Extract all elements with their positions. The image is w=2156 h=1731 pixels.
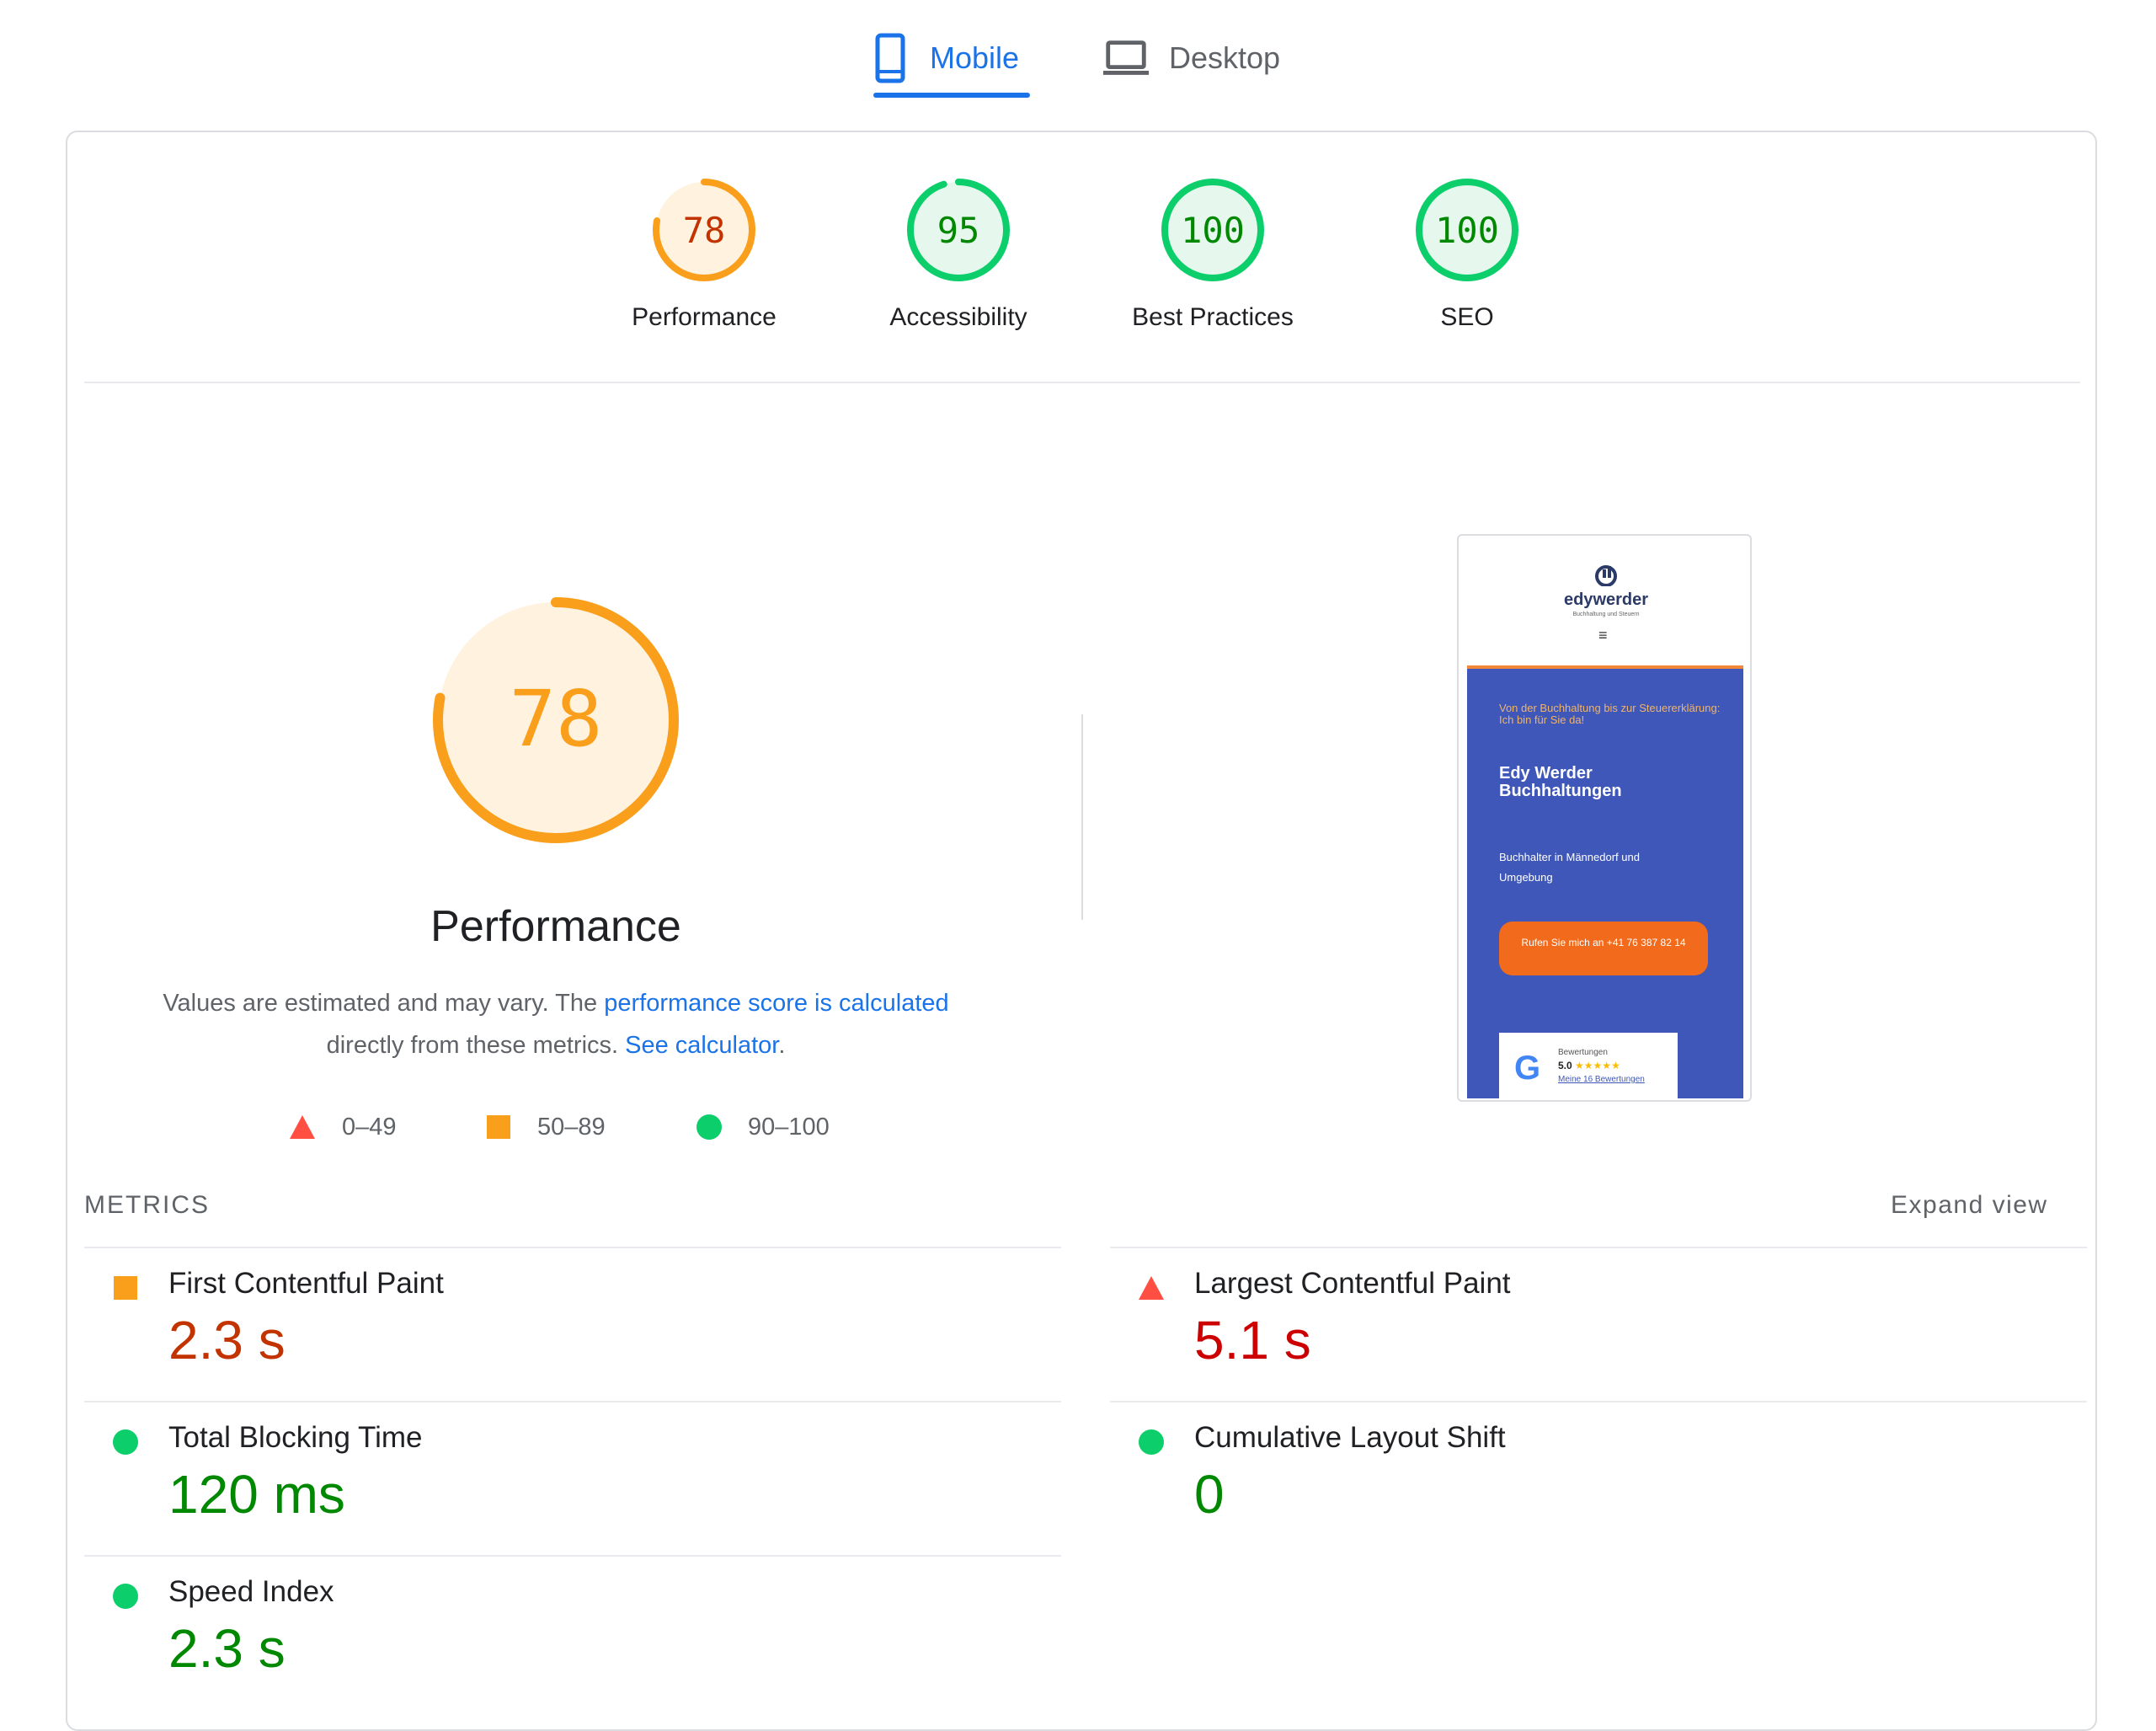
metrics-heading: METRICS bbox=[84, 1191, 210, 1219]
site-subtitle: Buchhalter in Männedorf und Umgebung bbox=[1499, 851, 1640, 884]
site-name: Edy Werder Buchhaltungen bbox=[1499, 764, 1622, 800]
average-square-icon bbox=[487, 1115, 510, 1139]
category-label: SEO bbox=[1440, 303, 1494, 331]
metric-value: 2.3 s bbox=[168, 1618, 286, 1679]
site-call-button: Rufen Sie mich an +41 76 387 82 14 bbox=[1499, 922, 1708, 975]
category-score: 100 bbox=[1435, 210, 1499, 251]
pass-circle-icon bbox=[1139, 1429, 1164, 1455]
active-tab-indicator bbox=[873, 93, 1030, 98]
fail-triangle-icon bbox=[1139, 1276, 1164, 1300]
performance-gauge-score: 78 bbox=[510, 674, 603, 764]
performance-description: Values are estimated and may vary. The p… bbox=[126, 982, 985, 1066]
legend-average: 50–89 bbox=[485, 1110, 606, 1144]
fail-triangle-icon bbox=[290, 1115, 315, 1139]
desc-period: . bbox=[778, 1032, 786, 1059]
review-stars: ★★★★★ bbox=[1575, 1060, 1620, 1071]
metric-speed-index: Speed Index 2.3 s bbox=[84, 1557, 926, 1708]
phone-icon bbox=[875, 33, 905, 83]
category-label: Accessibility bbox=[889, 303, 1027, 331]
see-calculator-link[interactable]: See calculator bbox=[625, 1032, 778, 1059]
desc-text-2: directly from these metrics. bbox=[326, 1032, 626, 1059]
logo-subtitle: Buchhaltung und Steuern bbox=[1572, 612, 1640, 617]
review-score-line: 5.0 ★★★★★ bbox=[1558, 1060, 1620, 1071]
review-title: Bewertungen bbox=[1558, 1048, 1608, 1057]
legend-fail: 0–49 bbox=[288, 1110, 397, 1144]
review-score: 5.0 bbox=[1558, 1060, 1572, 1071]
score-calculated-link[interactable]: performance score is calculated bbox=[604, 990, 948, 1017]
metric-name: Cumulative Layout Shift bbox=[1194, 1421, 1506, 1454]
metric-cumulative-layout-shift: Cumulative Layout Shift 0 bbox=[1110, 1402, 1952, 1554]
legend-pass: 90–100 bbox=[696, 1110, 830, 1144]
average-square-icon bbox=[114, 1276, 137, 1300]
metric-first-contentful-paint: First Contentful Paint 2.3 s bbox=[84, 1248, 926, 1400]
site-hero: Von der Buchhaltung bis zur Steuererklär… bbox=[1467, 665, 1743, 1098]
category-gauge-best-practices[interactable]: 100 Best Practices bbox=[1086, 177, 1339, 332]
category-score-ring: 78 bbox=[653, 179, 755, 281]
vertical-separator bbox=[1081, 714, 1083, 920]
category-gauge-seo[interactable]: 100 SEO bbox=[1341, 177, 1593, 332]
metric-name: Speed Index bbox=[168, 1575, 334, 1608]
desc-text: Values are estimated and may vary. The bbox=[163, 990, 605, 1017]
metric-value: 5.1 s bbox=[1194, 1310, 1311, 1370]
tab-desktop[interactable]: Desktop bbox=[1102, 17, 1280, 99]
site-logo: edywerder Buchhaltung und Steuern bbox=[1543, 561, 1669, 617]
performance-gauge: 78 bbox=[433, 597, 679, 843]
metric-value: 0 bbox=[1194, 1464, 1225, 1525]
category-score-ring: 95 bbox=[907, 179, 1010, 281]
gauges-divider bbox=[84, 382, 2080, 383]
site-tagline: Von der Buchhaltung bis zur Steuererklär… bbox=[1499, 702, 1721, 726]
category-label: Performance bbox=[632, 303, 776, 331]
google-icon: G bbox=[1514, 1050, 1541, 1087]
metric-total-blocking-time: Total Blocking Time 120 ms bbox=[84, 1402, 926, 1554]
pass-circle-icon bbox=[113, 1584, 138, 1609]
logo-mark-icon bbox=[1595, 565, 1617, 587]
category-score: 95 bbox=[937, 210, 980, 251]
metric-name: Largest Contentful Paint bbox=[1194, 1267, 1511, 1300]
category-score: 100 bbox=[1181, 210, 1245, 251]
performance-title: Performance bbox=[430, 902, 681, 951]
category-score: 78 bbox=[683, 210, 726, 251]
device-tabs: Mobile Desktop bbox=[0, 0, 2156, 99]
page-screenshot: edywerder Buchhaltung und Steuern ≡ Von … bbox=[1457, 534, 1752, 1102]
metric-name: First Contentful Paint bbox=[168, 1267, 444, 1300]
metric-value: 2.3 s bbox=[168, 1310, 286, 1370]
tab-mobile-label: Mobile bbox=[930, 40, 1020, 75]
expand-view-toggle[interactable]: Expand view bbox=[1891, 1191, 2048, 1220]
legend-pass-range: 90–100 bbox=[748, 1113, 830, 1141]
category-gauge-performance[interactable]: 78 Performance bbox=[578, 177, 830, 332]
tab-desktop-label: Desktop bbox=[1169, 40, 1281, 75]
pass-circle-icon bbox=[696, 1114, 722, 1140]
category-label: Best Practices bbox=[1132, 303, 1294, 331]
category-score-ring: 100 bbox=[1416, 179, 1518, 281]
category-gauge-accessibility[interactable]: 95 Accessibility bbox=[832, 177, 1085, 332]
logo-suffix: werder bbox=[1593, 590, 1649, 609]
metric-name: Total Blocking Time bbox=[168, 1421, 423, 1454]
tab-mobile[interactable]: Mobile bbox=[869, 17, 1019, 99]
logo-prefix: edy bbox=[1563, 590, 1593, 609]
pass-circle-icon bbox=[113, 1429, 138, 1455]
laptop-icon bbox=[1102, 40, 1150, 75]
hamburger-menu-icon: ≡ bbox=[1598, 627, 1608, 644]
category-score-ring: 100 bbox=[1161, 179, 1264, 281]
site-review-badge: G Bewertungen 5.0 ★★★★★ Meine 16 Bewertu… bbox=[1499, 1033, 1678, 1098]
legend-average-range: 50–89 bbox=[537, 1113, 606, 1141]
review-link: Meine 16 Bewertungen bbox=[1558, 1075, 1645, 1084]
legend-fail-range: 0–49 bbox=[342, 1113, 397, 1141]
metric-largest-contentful-paint: Largest Contentful Paint 5.1 s bbox=[1110, 1248, 1952, 1400]
metric-value: 120 ms bbox=[168, 1464, 345, 1525]
